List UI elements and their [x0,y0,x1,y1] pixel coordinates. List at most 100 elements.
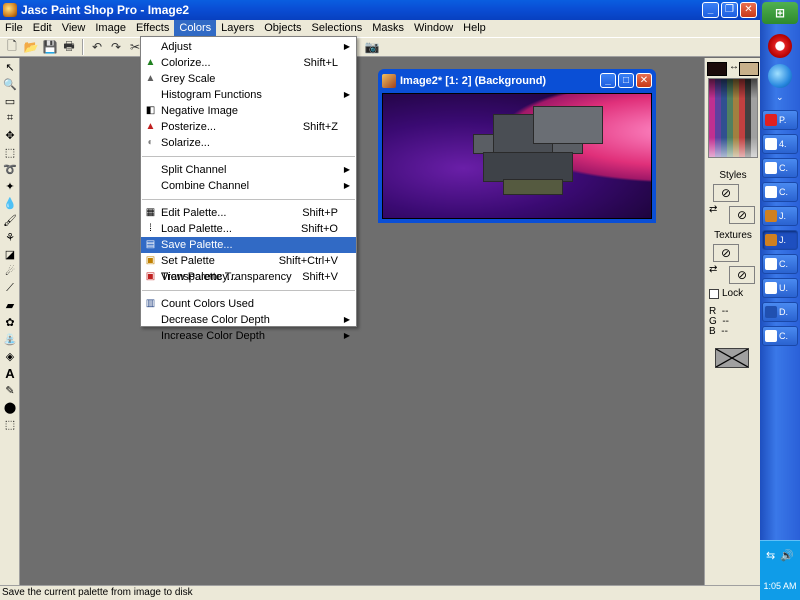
menu-item-combine-channel[interactable]: Combine Channel ▶ [141,178,356,194]
flood-fill-icon[interactable]: ◈ [1,348,19,364]
arrow-tool-icon[interactable]: ↖ [1,59,19,75]
internet-explorer-icon[interactable] [768,64,792,88]
menu-item-decrease-color-depth[interactable]: Decrease Color Depth ▶ [141,312,356,328]
space-station-panel [533,106,603,144]
screen-capture-icon[interactable]: 📷 [364,39,380,55]
menu-image[interactable]: Image [90,20,131,37]
zoom-tool-icon[interactable]: 🔍 [1,76,19,92]
volume-icon[interactable]: 🔊 [780,549,794,562]
menu-item-histogram-functions[interactable]: Histogram Functions ▶ [141,87,356,103]
taskbar-item[interactable]: P. [762,110,798,130]
taskbar-item-active[interactable]: J. [762,230,798,250]
menu-item-load-palette[interactable]: ⁞ Load Palette... Shift+O [141,221,356,237]
lock-checkbox[interactable] [709,288,719,299]
minimize-button[interactable]: _ [702,2,719,18]
background-style-null-icon[interactable]: ⊘ [729,206,755,224]
app-icon [765,138,777,150]
retouch-tool-icon[interactable]: ☄ [1,263,19,279]
new-file-icon[interactable]: 🗋 [4,39,20,55]
image-canvas[interactable] [382,93,652,219]
background-texture-null-icon[interactable]: ⊘ [729,266,755,284]
selection-tool-icon[interactable]: ⬚ [1,144,19,160]
image-maximize-button[interactable]: □ [618,73,634,88]
chevron-down-icon[interactable]: ⌄ [776,92,784,103]
paint-shop-pro-icon[interactable] [3,3,17,17]
maximize-button[interactable]: ❐ [721,2,738,18]
window-title: Jasc Paint Shop Pro - Image2 [21,3,190,17]
text-tool-icon[interactable]: A [1,365,19,381]
menu-item-view-palette-transparency[interactable]: ▣ View Palette Transparency Shift+V [141,269,356,285]
menu-item-solarize[interactable]: ◐ Solarize... [141,135,356,151]
menu-item-posterize[interactable]: ▲ Posterize... Shift+Z [141,119,356,135]
menu-item-edit-palette[interactable]: ▦ Edit Palette... Shift+P [141,205,356,221]
menu-help[interactable]: Help [458,20,491,37]
opera-icon[interactable] [768,34,792,58]
swap-styles-icon[interactable]: ⇄ [709,204,717,215]
dropper-tool-icon[interactable]: 💧 [1,195,19,211]
image-minimize-button[interactable]: _ [600,73,616,88]
menu-separator [142,151,355,157]
scratch-remover-icon[interactable]: ⟋ [1,280,19,296]
menu-objects[interactable]: Objects [259,20,306,37]
swap-colors-icon[interactable]: ↔ [729,61,739,72]
taskbar-item[interactable]: C. [762,158,798,178]
menu-selections[interactable]: Selections [307,20,368,37]
freehand-selection-icon[interactable]: ➰ [1,161,19,177]
taskbar-item[interactable]: D. [762,302,798,322]
taskbar-item[interactable]: C. [762,326,798,346]
foreground-style-null-icon[interactable]: ⊘ [713,184,739,202]
deformation-tool-icon[interactable]: ▭ [1,93,19,109]
colors-menu: Adjust ▶ ▲ Colorize... Shift+L ▲ Grey Scale … [140,36,357,342]
taskbar-item[interactable]: U. [762,278,798,298]
menu-item-save-palette[interactable]: ▤ Save Palette... [141,237,356,253]
menu-view[interactable]: View [57,20,91,37]
image-window[interactable]: Image2* [1: 2] (Background) _ □ ✕ [378,69,656,223]
menu-item-split-channel[interactable]: Split Channel ▶ [141,162,356,178]
taskbar-item[interactable]: 4. [762,134,798,154]
menu-window[interactable]: Window [409,20,458,37]
print-icon[interactable]: 🖶 [61,39,77,55]
preset-shapes-icon[interactable]: ⬤ [1,399,19,415]
menu-edit[interactable]: Edit [28,20,57,37]
menu-effects[interactable]: Effects [131,20,174,37]
object-selector-icon[interactable]: ⬚ [1,416,19,432]
picture-tube-icon[interactable]: ✿ [1,314,19,330]
clock[interactable]: 1:05 AM [760,581,800,591]
menu-item-count-colors-used[interactable]: ▥ Count Colors Used [141,296,356,312]
paint-brush-icon[interactable]: 🖌 [1,212,19,228]
menu-item-increase-color-depth[interactable]: Increase Color Depth ▶ [141,328,356,344]
draw-tool-icon[interactable]: ✎ [1,382,19,398]
open-folder-icon[interactable]: 📂 [23,39,39,55]
airbrush-icon[interactable]: ⛲ [1,331,19,347]
foreground-texture-null-icon[interactable]: ⊘ [713,244,739,262]
taskbar-item[interactable]: J. [762,206,798,226]
mover-tool-icon[interactable]: ✥ [1,127,19,143]
image-close-button[interactable]: ✕ [636,73,652,88]
undo-icon[interactable]: ↶ [89,39,105,55]
menu-item-negative-image[interactable]: ◧ Negative Image [141,103,356,119]
crop-tool-icon[interactable]: ⌗ [1,110,19,126]
taskbar-item[interactable]: C. [762,254,798,274]
menu-layers[interactable]: Layers [216,20,259,37]
menu-item-set-palette-transparency[interactable]: ▣ Set Palette Transparency... Shift+Ctrl+V [141,253,356,283]
background-swatch[interactable] [739,62,759,76]
network-icon[interactable]: ⇆ [766,549,775,562]
redo-icon[interactable]: ↷ [108,39,124,55]
eraser-tool-icon[interactable]: ▰ [1,297,19,313]
menu-colors[interactable]: Colors [174,20,217,37]
clone-brush-icon[interactable]: ⚘ [1,229,19,245]
menu-item-colorize[interactable]: ▲ Colorize... Shift+L [141,55,356,71]
menu-item-grey-scale[interactable]: ▲ Grey Scale [141,71,356,87]
swap-textures-icon[interactable]: ⇄ [709,264,717,275]
start-button[interactable]: ⊞ [762,2,798,24]
magic-wand-icon[interactable]: ✦ [1,178,19,194]
color-replacer-icon[interactable]: ◪ [1,246,19,262]
menu-masks[interactable]: Masks [367,20,409,37]
menu-file[interactable]: File [0,20,28,37]
color-picker[interactable] [708,78,758,158]
menu-item-adjust[interactable]: Adjust ▶ [141,39,356,55]
close-button[interactable]: ✕ [740,2,757,18]
taskbar-item[interactable]: C. [762,182,798,202]
foreground-swatch[interactable] [707,62,727,76]
save-icon[interactable]: 💾 [42,39,58,55]
